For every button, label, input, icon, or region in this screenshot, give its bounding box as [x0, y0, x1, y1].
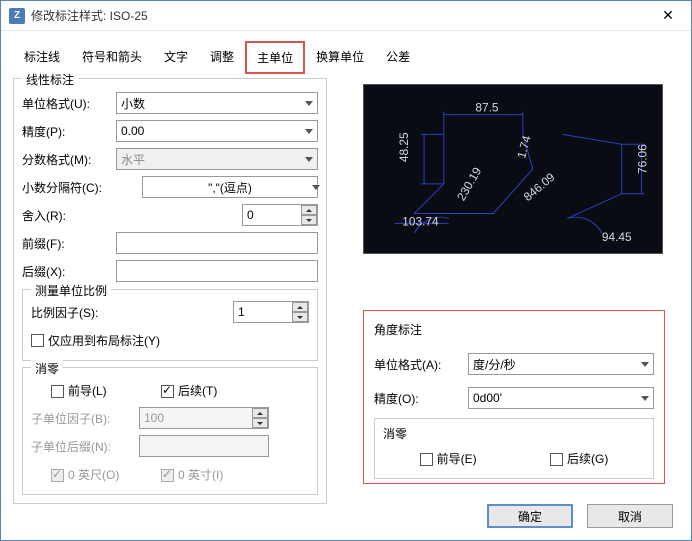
ang-precision-label: 精度(O):	[374, 390, 468, 407]
preview-pane: 87.5 48.25 230.19 103.74 76.06 94.45 1.7…	[363, 84, 663, 254]
app-icon: Z	[9, 8, 25, 24]
linear-legend: 线性标注	[22, 71, 78, 88]
ang-unit-label: 单位格式(A):	[374, 356, 468, 373]
fraction-label: 分数格式(M):	[22, 151, 116, 168]
chevron-down-icon	[641, 396, 649, 401]
decimal-sep-select[interactable]: ","(逗点)	[142, 176, 318, 198]
ok-button[interactable]: 确定	[487, 504, 573, 528]
round-spinner[interactable]: 0	[242, 204, 318, 226]
chevron-down-icon	[641, 362, 649, 367]
tab-alt-units[interactable]: 换算单位	[305, 41, 375, 74]
feet-checkbox	[51, 469, 64, 482]
fraction-select: 水平	[116, 148, 318, 170]
scale-group: 测量单位比例 比例因子(S): 1 仅应用到布局标注(Y)	[22, 289, 318, 361]
inch-label: 0 英寸(I)	[178, 468, 223, 482]
ang-unit-select[interactable]: 度/分/秒	[468, 353, 654, 375]
subsuffix-input	[139, 435, 269, 457]
svg-text:846.09: 846.09	[521, 170, 558, 204]
subfactor-label: 子单位因子(B):	[31, 410, 139, 427]
linear-group: 线性标注 单位格式(U): 小数 精度(P): 0.00 分数格式(M): 水平…	[13, 78, 327, 504]
tab-tolerance[interactable]: 公差	[375, 41, 421, 74]
svg-text:76.06: 76.06	[635, 144, 649, 174]
tab-symbols[interactable]: 符号和箭头	[71, 41, 153, 74]
spin-up[interactable]	[301, 205, 317, 215]
window-title: 修改标注样式: ISO-25	[31, 7, 653, 24]
prefix-label: 前缀(F):	[22, 235, 116, 252]
close-button[interactable]: ✕	[653, 1, 683, 31]
tab-bar: 标注线 符号和箭头 文字 调整 主单位 换算单位 公差	[1, 31, 691, 74]
layout-only-checkbox[interactable]	[31, 334, 44, 347]
svg-text:48.25: 48.25	[397, 132, 411, 162]
svg-text:87.5: 87.5	[475, 101, 498, 115]
prefix-input[interactable]	[116, 232, 318, 254]
chevron-down-icon	[305, 157, 313, 162]
svg-text:94.45: 94.45	[602, 230, 632, 244]
svg-text:230.19: 230.19	[454, 164, 484, 203]
unit-format-label: 单位格式(U):	[22, 95, 116, 112]
subsuffix-label: 子单位后缀(N):	[31, 438, 139, 455]
suffix-input[interactable]	[116, 260, 318, 282]
unit-format-select[interactable]: 小数	[116, 92, 318, 114]
zero-group: 消零 前导(L) 后续(T) 子单位因子(B): 100 子单位后缀(N): 0…	[22, 367, 318, 495]
trailing-checkbox[interactable]	[161, 385, 174, 398]
spin-up[interactable]	[292, 302, 308, 312]
svg-text:1.74: 1.74	[514, 134, 534, 160]
chevron-down-icon	[305, 101, 313, 106]
chevron-down-icon	[305, 129, 313, 134]
tab-text[interactable]: 文字	[153, 41, 199, 74]
ang-zero-legend: 消零	[383, 427, 407, 441]
layout-only-label: 仅应用到布局标注(Y)	[48, 332, 160, 349]
leading-checkbox[interactable]	[51, 385, 64, 398]
precision-select[interactable]: 0.00	[116, 120, 318, 142]
feet-label: 0 英尺(O)	[68, 468, 119, 482]
angular-legend: 角度标注	[374, 321, 654, 338]
svg-text:103.74: 103.74	[402, 214, 439, 228]
angular-group: 角度标注 单位格式(A): 度/分/秒 精度(O): 0d00' 消零 前导(E…	[363, 310, 665, 484]
scale-legend: 测量单位比例	[31, 282, 111, 299]
round-label: 舍入(R):	[22, 207, 116, 224]
chevron-down-icon	[312, 185, 320, 190]
spin-down[interactable]	[292, 312, 308, 322]
decimal-sep-label: 小数分隔符(C):	[22, 179, 116, 196]
tab-fit[interactable]: 调整	[199, 41, 245, 74]
cancel-button[interactable]: 取消	[587, 504, 673, 528]
scale-factor-label: 比例因子(S):	[31, 304, 131, 321]
inch-checkbox	[161, 469, 174, 482]
spin-down[interactable]	[301, 215, 317, 225]
leading-label: 前导(L)	[68, 384, 107, 398]
precision-label: 精度(P):	[22, 123, 116, 140]
ang-trailing-label: 后续(G)	[567, 452, 608, 466]
ang-precision-select[interactable]: 0d00'	[468, 387, 654, 409]
trailing-label: 后续(T)	[178, 384, 217, 398]
ang-leading-checkbox[interactable]	[420, 453, 433, 466]
scale-factor-spinner[interactable]: 1	[233, 301, 309, 323]
suffix-label: 后缀(X):	[22, 263, 116, 280]
tab-dimline[interactable]: 标注线	[13, 41, 71, 74]
subfactor-spinner: 100	[139, 407, 269, 429]
ang-trailing-checkbox[interactable]	[550, 453, 563, 466]
zero-legend: 消零	[31, 360, 63, 377]
tab-primary-units[interactable]: 主单位	[245, 41, 305, 74]
ang-leading-label: 前导(E)	[437, 452, 477, 466]
